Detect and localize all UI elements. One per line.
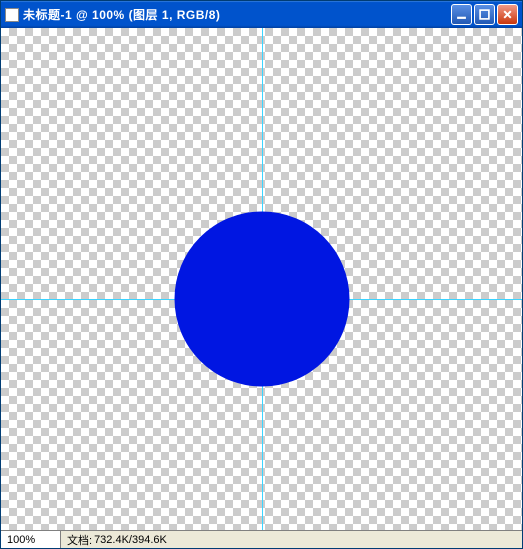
maximize-icon (479, 9, 490, 20)
close-button[interactable] (497, 4, 518, 25)
titlebar[interactable]: 未标题-1 @ 100% (图层 1, RGB/8) (1, 1, 522, 28)
close-icon (502, 9, 513, 20)
maximize-button[interactable] (474, 4, 495, 25)
canvas-area[interactable] (1, 28, 522, 530)
blue-circle-shape[interactable] (174, 212, 349, 387)
window-title: 未标题-1 @ 100% (图层 1, RGB/8) (23, 6, 451, 23)
document-info[interactable]: 文档: 732.4K/394.6K (61, 532, 522, 548)
statusbar: 100% 文档: 732.4K/394.6K (1, 530, 522, 548)
zoom-level[interactable]: 100% (1, 531, 61, 548)
minimize-icon (456, 9, 467, 20)
document-icon (5, 8, 19, 22)
doc-size: 732.4K/394.6K (94, 534, 167, 546)
window-controls (451, 4, 518, 25)
doc-label: 文档: (67, 532, 92, 548)
minimize-button[interactable] (451, 4, 472, 25)
document-window: 未标题-1 @ 100% (图层 1, RGB/8) 100% 文档: 732.… (0, 0, 523, 549)
